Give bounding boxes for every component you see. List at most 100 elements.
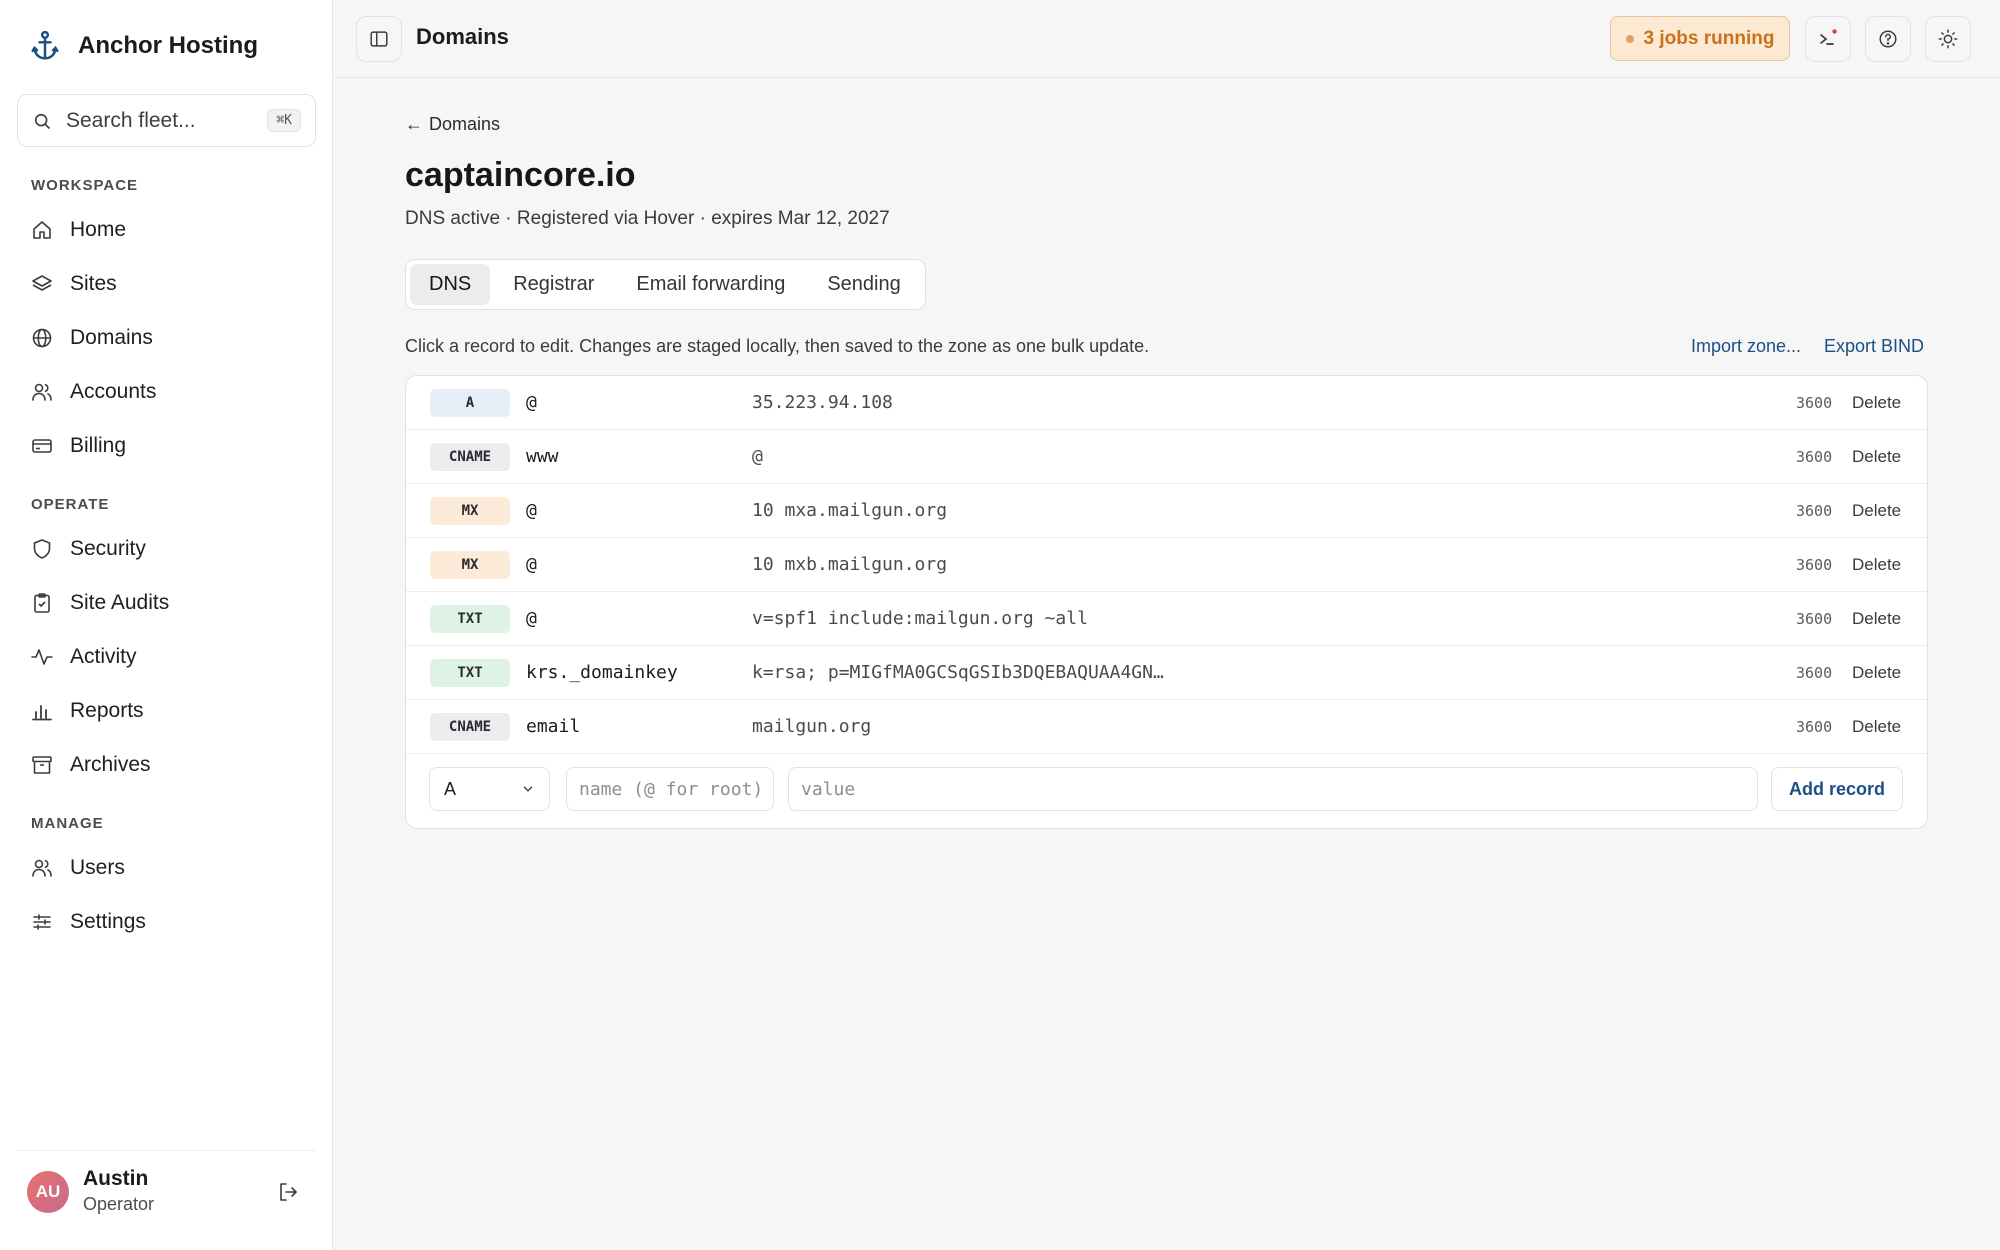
- user-divider: [17, 1150, 316, 1151]
- sidebar-toggle-button[interactable]: [356, 16, 402, 62]
- section-label-manage: MANAGE: [31, 815, 104, 832]
- delete-record-button[interactable]: Delete: [1852, 663, 1901, 683]
- help-button[interactable]: [1865, 16, 1911, 62]
- dns-record-row[interactable]: A @35.223.94.108 3600 Delete: [406, 376, 1927, 430]
- terminal-button[interactable]: [1805, 16, 1851, 62]
- sidebar-item-label: Billing: [70, 434, 127, 457]
- record-name: @: [526, 500, 537, 521]
- record-value: 35.223.94.108: [752, 392, 893, 413]
- sidebar-item-label: Domains: [70, 326, 153, 349]
- avatar[interactable]: AU: [27, 1171, 69, 1213]
- sidebar-item-reports[interactable]: Reports: [30, 691, 144, 731]
- dns-record-row[interactable]: CNAME www @3600 Delete: [406, 430, 1927, 484]
- export-bind-link[interactable]: Export BIND: [1824, 336, 1924, 357]
- activity-icon: [31, 649, 53, 665]
- brand-name: Anchor Hosting: [78, 32, 258, 59]
- record-value: mailgun.org: [752, 716, 872, 737]
- delete-record-button[interactable]: Delete: [1852, 609, 1901, 629]
- sidebar-item-security[interactable]: Security: [30, 529, 146, 569]
- chevron-down-icon: [523, 786, 533, 792]
- tab-dns[interactable]: DNS: [410, 264, 491, 305]
- sidebar-item-billing[interactable]: Billing: [30, 426, 126, 466]
- sidebar-item-label: Sites: [70, 272, 117, 295]
- record-name: www: [526, 446, 559, 467]
- dns-records-table: A @35.223.94.108 3600 Delete CNAME www @3600 De…: [405, 375, 1928, 829]
- record-ttl: 3600: [1796, 609, 1833, 628]
- sidebar-item-label: Accounts: [70, 380, 157, 403]
- user-name: Austin: [83, 1167, 149, 1190]
- dns-record-row[interactable]: CNAME email mailgun.org 3600 Delete: [406, 700, 1927, 754]
- record-type-badge: CNAME: [430, 712, 510, 741]
- shield-icon: [33, 539, 51, 559]
- delete-record-button[interactable]: Delete: [1852, 447, 1901, 467]
- record-type-select[interactable]: A: [429, 767, 550, 811]
- search-placeholder: Search fleet...: [66, 108, 196, 132]
- record-type-badge: MX: [430, 550, 510, 579]
- dns-record-row[interactable]: MX @10 mxa.mailgun.org 3600 Delete: [406, 484, 1927, 538]
- sidebar-item-domains[interactable]: Domains: [30, 318, 153, 358]
- sliders-icon: [33, 914, 51, 930]
- tab-registrar[interactable]: Registrar: [494, 264, 613, 305]
- domain-tabs: DNS Registrar Email forwarding Sending: [405, 259, 926, 310]
- record-name-input[interactable]: [566, 767, 774, 811]
- tab-email-forwarding[interactable]: Email forwarding: [617, 264, 804, 305]
- sidebar: Anchor Hosting Search fleet... ⌘K WORKSP…: [0, 0, 333, 1250]
- record-ttl: 3600: [1796, 447, 1833, 466]
- dns-record-row[interactable]: MX @10 mxb.mailgun.org 3600 Delete: [406, 538, 1927, 592]
- sidebar-item-home[interactable]: Home: [30, 210, 126, 250]
- add-record-form: A Add record: [406, 754, 1927, 828]
- record-type-badge: TXT: [430, 604, 510, 633]
- delete-record-button[interactable]: Delete: [1852, 555, 1901, 575]
- add-record-button[interactable]: Add record: [1771, 767, 1903, 811]
- layers-icon: [32, 275, 52, 291]
- sidebar-item-activity[interactable]: Activity: [30, 637, 137, 677]
- record-value: v=spf1 include:mailgun.org ~all: [752, 608, 1088, 629]
- search-shortcut: ⌘K: [267, 109, 301, 132]
- sidebar-item-label: Settings: [70, 910, 146, 933]
- back-to-domains-link[interactable]: ← Domains: [405, 114, 500, 135]
- sidebar-item-sites[interactable]: Sites: [30, 264, 117, 304]
- record-ttl: 3600: [1796, 663, 1833, 682]
- record-name: @: [526, 392, 537, 413]
- anchor-icon: [31, 30, 59, 60]
- sun-icon: [1938, 29, 1958, 49]
- import-zone-link[interactable]: Import zone...: [1691, 336, 1801, 357]
- sidebar-item-label: Security: [70, 537, 146, 560]
- record-value: k=rsa; p=MIGfMA0GCSqGSIb3DQEBAQUAA4GN…: [752, 662, 1164, 683]
- sidebar-item-site-audits[interactable]: Site Audits: [30, 583, 169, 623]
- sidebar-item-accounts[interactable]: Accounts: [30, 372, 156, 412]
- record-type-badge: A: [430, 388, 510, 417]
- record-ttl: 3600: [1796, 717, 1833, 736]
- record-ttl: 3600: [1796, 501, 1833, 520]
- record-type-badge: MX: [430, 496, 510, 525]
- record-type-badge: TXT: [430, 658, 510, 687]
- jobs-status-dot: [1625, 34, 1634, 43]
- jobs-running-badge[interactable]: 3 jobs running: [1610, 16, 1790, 61]
- sidebar-item-label: Home: [70, 218, 127, 241]
- domain-title: captaincore.io: [405, 156, 636, 194]
- topbar: Domains 3 jobs running: [333, 0, 2000, 78]
- search-input[interactable]: Search fleet... ⌘K: [17, 94, 316, 147]
- users-icon: [32, 859, 52, 877]
- logout-icon[interactable]: [276, 1180, 300, 1204]
- dns-record-row[interactable]: TXT krs._domainkey k=rsa; p=MIGfMA0GCSqGSI…: [406, 646, 1927, 700]
- sidebar-item-archives[interactable]: Archives: [30, 745, 151, 785]
- record-value: 10 mxa.mailgun.org: [752, 500, 948, 521]
- sidebar-item-label: Activity: [70, 645, 137, 668]
- record-value-input[interactable]: [788, 767, 1758, 811]
- record-value: 10 mxb.mailgun.org: [752, 554, 948, 575]
- tab-sending[interactable]: Sending: [808, 264, 919, 305]
- record-type-badge: CNAME: [430, 442, 510, 471]
- delete-record-button[interactable]: Delete: [1852, 717, 1901, 737]
- sidebar-item-users[interactable]: Users: [30, 848, 125, 888]
- delete-record-button[interactable]: Delete: [1852, 501, 1901, 521]
- dns-record-row[interactable]: TXT @ v=spf1 include:mailgun.org ~all 3600 D…: [406, 592, 1927, 646]
- record-value: @: [752, 446, 763, 467]
- sidebar-panel-icon: [370, 31, 388, 47]
- record-name: @: [526, 608, 537, 629]
- delete-record-button[interactable]: Delete: [1852, 393, 1901, 413]
- theme-toggle-button[interactable]: [1925, 16, 1971, 62]
- sidebar-item-settings[interactable]: Settings: [30, 902, 146, 942]
- search-icon: [34, 113, 51, 129]
- brand[interactable]: Anchor Hosting: [30, 30, 258, 62]
